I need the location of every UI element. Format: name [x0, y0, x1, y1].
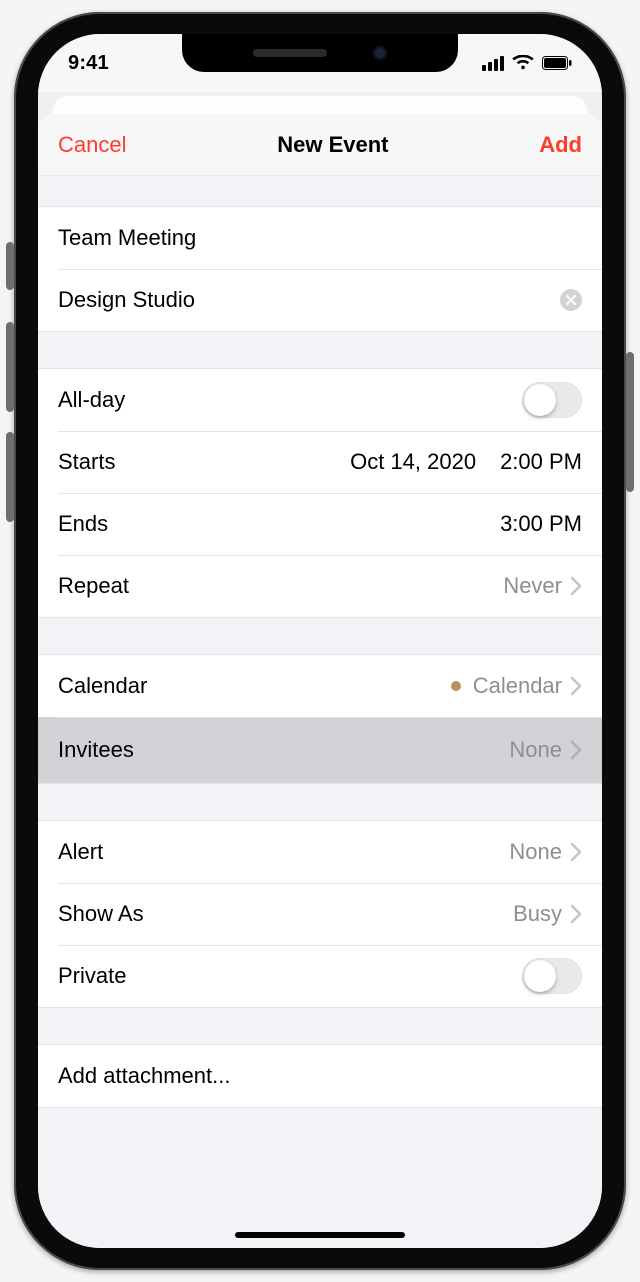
chevron-right-icon: [570, 576, 582, 596]
cancel-button[interactable]: Cancel: [58, 132, 126, 158]
private-label: Private: [58, 963, 126, 989]
title-value: Team Meeting: [58, 225, 196, 251]
invitees-label: Invitees: [58, 737, 134, 763]
private-toggle[interactable]: [522, 958, 582, 994]
status-time: 9:41: [68, 52, 109, 75]
front-camera: [373, 46, 387, 60]
sheet-title: New Event: [277, 132, 388, 158]
repeat-value: Never: [503, 573, 562, 599]
title-field[interactable]: Team Meeting: [38, 207, 602, 269]
screen: 9:41 Cancel New Event Add: [38, 34, 602, 1248]
phone-frame: 9:41 Cancel New Event Add: [14, 12, 626, 1270]
clear-location-button[interactable]: [560, 289, 582, 311]
battery-icon: [542, 56, 572, 70]
cellular-signal-icon: [482, 56, 504, 71]
chevron-right-icon: [570, 842, 582, 862]
add-button[interactable]: Add: [539, 132, 582, 158]
navbar: Cancel New Event Add: [38, 114, 602, 176]
form-content[interactable]: Team Meeting Design Studio All-day: [38, 176, 602, 1248]
starts-time: 2:00 PM: [500, 449, 582, 475]
alert-row[interactable]: Alert None: [38, 821, 602, 883]
new-event-sheet: Cancel New Event Add Team Meeting Design…: [38, 114, 602, 1248]
private-row: Private: [38, 945, 602, 1007]
volume-up-button: [6, 322, 14, 412]
notch: [182, 34, 458, 72]
repeat-label: Repeat: [58, 573, 129, 599]
all-day-toggle[interactable]: [522, 382, 582, 418]
invitees-row[interactable]: Invitees None: [38, 717, 602, 783]
chevron-right-icon: [570, 740, 582, 760]
calendar-label: Calendar: [58, 673, 147, 699]
all-day-row: All-day: [38, 369, 602, 431]
ends-time: 3:00 PM: [500, 511, 582, 537]
add-attachment-row[interactable]: Add attachment...: [38, 1045, 602, 1107]
add-attachment-label: Add attachment...: [58, 1063, 230, 1089]
location-value: Design Studio: [58, 287, 195, 313]
show-as-row[interactable]: Show As Busy: [38, 883, 602, 945]
all-day-label: All-day: [58, 387, 125, 413]
show-as-label: Show As: [58, 901, 144, 927]
chevron-right-icon: [570, 904, 582, 924]
wifi-icon: [512, 55, 534, 71]
starts-row[interactable]: Starts Oct 14, 2020 2:00 PM: [38, 431, 602, 493]
speaker-grille: [253, 49, 327, 57]
volume-down-button: [6, 432, 14, 522]
ends-row[interactable]: Ends 3:00 PM: [38, 493, 602, 555]
alert-label: Alert: [58, 839, 103, 865]
starts-label: Starts: [58, 449, 115, 475]
group-attachment: Add attachment...: [38, 1044, 602, 1108]
invitees-value: None: [509, 737, 562, 763]
calendar-color-dot: [451, 681, 461, 691]
chevron-right-icon: [570, 676, 582, 696]
calendar-row[interactable]: Calendar Calendar: [38, 655, 602, 717]
alert-value: None: [509, 839, 562, 865]
home-indicator[interactable]: [235, 1232, 405, 1238]
show-as-value: Busy: [513, 901, 562, 927]
ends-label: Ends: [58, 511, 108, 537]
starts-date: Oct 14, 2020: [350, 449, 476, 475]
group-calendar: Calendar Calendar Invitees None: [38, 654, 602, 784]
group-alert: Alert None Show As Busy: [38, 820, 602, 1008]
side-button: [626, 352, 634, 492]
group-title-location: Team Meeting Design Studio: [38, 206, 602, 332]
mute-switch: [6, 242, 14, 290]
group-datetime: All-day Starts Oct 14, 2020 2:00 PM Ends: [38, 368, 602, 618]
location-field[interactable]: Design Studio: [38, 269, 602, 331]
calendar-value: Calendar: [473, 673, 562, 699]
repeat-row[interactable]: Repeat Never: [38, 555, 602, 617]
